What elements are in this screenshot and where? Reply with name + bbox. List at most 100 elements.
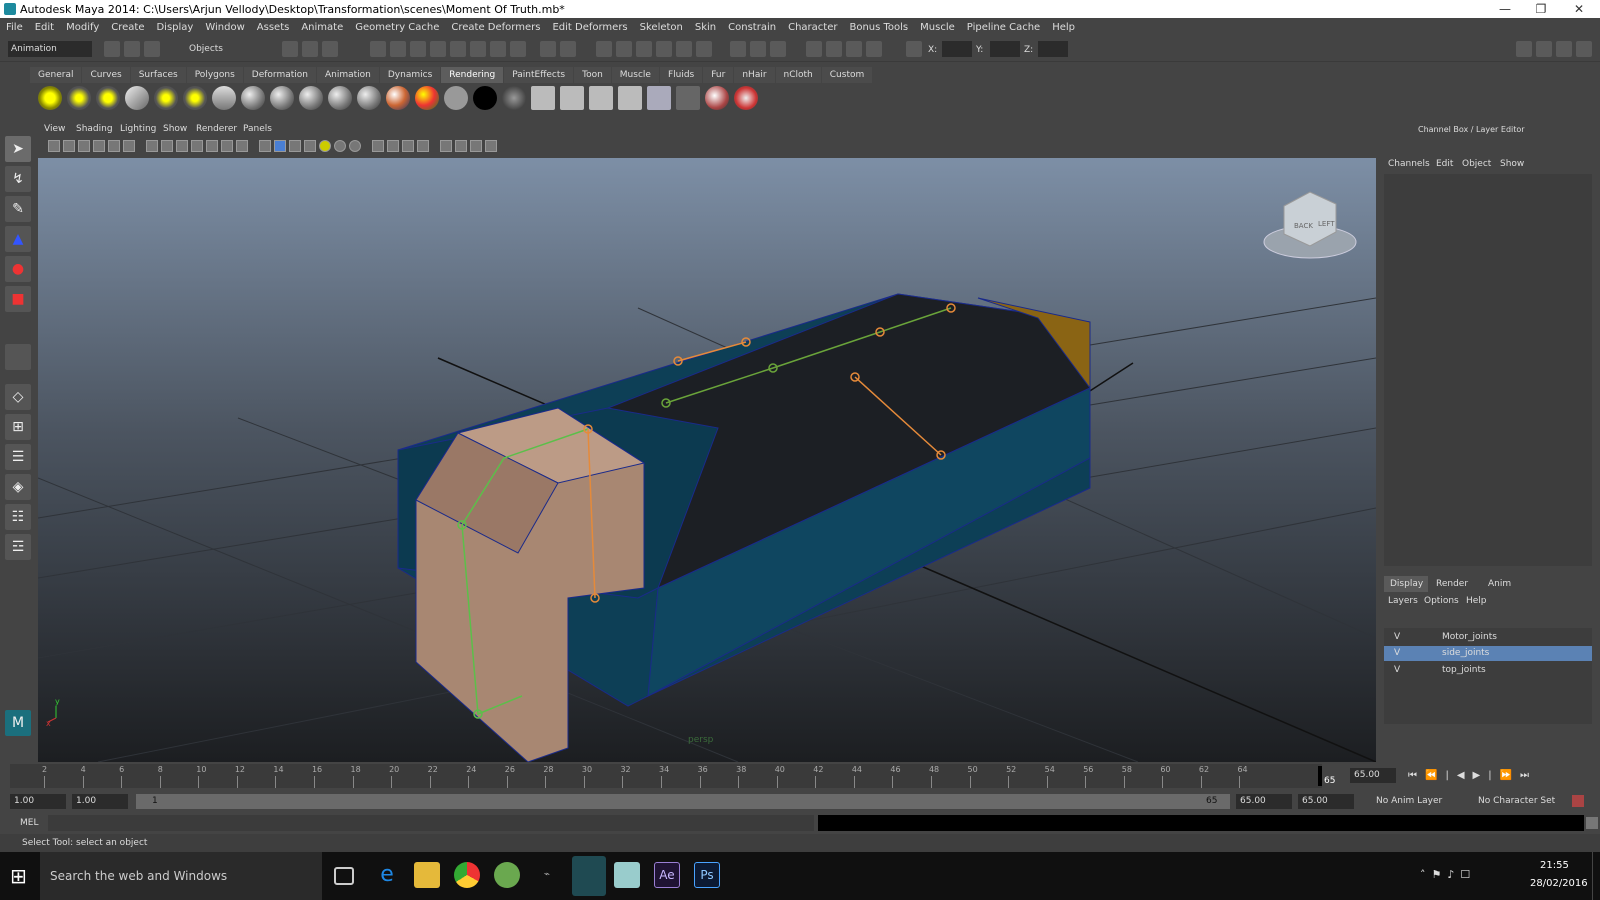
xray-joints-icon[interactable] [274, 140, 286, 152]
app-icon[interactable]: ⌁ [534, 862, 560, 888]
anisotropic-icon[interactable] [357, 86, 381, 110]
menuset-dropdown[interactable]: Animation [8, 41, 92, 57]
sphere-shading-alt-icon[interactable] [349, 140, 361, 152]
chrome-icon[interactable] [454, 862, 480, 888]
channel-menu-channels[interactable]: Channels [1388, 159, 1430, 169]
y-field[interactable] [990, 41, 1020, 57]
menu-display[interactable]: Display [150, 22, 199, 33]
shelf-tab-rendering[interactable]: Rendering [441, 67, 504, 83]
layer-editor-toggle-icon[interactable] [846, 41, 862, 57]
use-all-lights-icon[interactable] [206, 140, 218, 152]
snap-grid-icon[interactable] [370, 41, 386, 57]
menu-animate[interactable]: Animate [295, 22, 349, 33]
ambient-light-icon[interactable] [38, 86, 62, 110]
use-background-icon[interactable] [473, 86, 497, 110]
shelf-tab-painteffects[interactable]: PaintEffects [504, 67, 574, 83]
material-icon[interactable] [676, 41, 692, 57]
new-scene-icon[interactable] [104, 41, 120, 57]
notepad-icon[interactable] [614, 862, 640, 888]
four-view-layout-icon[interactable]: ⊞ [5, 414, 31, 440]
minimize-button[interactable]: — [1488, 0, 1522, 18]
panel-menu-lighting[interactable]: Lighting [120, 124, 156, 134]
shelf-tab-fur[interactable]: Fur [703, 67, 734, 83]
snap-point-icon[interactable] [410, 41, 426, 57]
image-plane-icon[interactable] [78, 140, 90, 152]
menu-edit[interactable]: Edit [29, 22, 60, 33]
mental-ray-icon[interactable] [705, 86, 729, 110]
panel-menu-shading[interactable]: Shading [76, 124, 113, 134]
close-button[interactable]: ✕ [1562, 0, 1596, 18]
camera-icon[interactable] [212, 86, 236, 110]
frame-all-icon[interactable] [455, 140, 467, 152]
anti-aliasing-icon[interactable] [417, 140, 429, 152]
ipr-icon[interactable] [560, 86, 584, 110]
graph-editor-layout-icon[interactable]: ◈ [5, 474, 31, 500]
playback-start-field[interactable]: 1.00 [72, 794, 128, 809]
xray-icon[interactable] [236, 140, 248, 152]
menu-help[interactable]: Help [1046, 22, 1081, 33]
menu-skin[interactable]: Skin [689, 22, 722, 33]
modeling-toolkit-icon[interactable] [866, 41, 882, 57]
film-gate-icon[interactable] [108, 140, 120, 152]
utorrent-icon[interactable] [494, 862, 520, 888]
move-tool-icon[interactable]: ▲ [5, 226, 31, 252]
select-camera-icon[interactable] [440, 140, 452, 152]
select-object-icon[interactable] [302, 41, 318, 57]
menu-edit-deformers[interactable]: Edit Deformers [546, 22, 633, 33]
directional-light-icon[interactable] [67, 86, 91, 110]
smooth-shade-icon[interactable] [161, 140, 173, 152]
shelf-tab-muscle[interactable]: Muscle [611, 67, 659, 83]
area-light-icon[interactable] [154, 86, 178, 110]
volume-light-icon[interactable] [183, 86, 207, 110]
current-frame-marker[interactable] [1318, 766, 1322, 786]
menu-geometry-cache[interactable]: Geometry Cache [349, 22, 445, 33]
panel-menu-show[interactable]: Show [163, 124, 187, 134]
construction-history-icon[interactable] [470, 41, 486, 57]
hypershade-shelf-icon[interactable] [647, 86, 671, 110]
toggle-panel-icon[interactable] [730, 41, 746, 57]
restore-button[interactable]: ❐ [1524, 0, 1558, 18]
menu-modify[interactable]: Modify [60, 22, 105, 33]
shelf-tab-dynamics[interactable]: Dynamics [379, 67, 441, 83]
save-scene-icon[interactable] [144, 41, 160, 57]
shelf-tab-animation[interactable]: Animation [316, 67, 379, 83]
snap-plane-icon[interactable] [430, 41, 446, 57]
menu-character[interactable]: Character [782, 22, 843, 33]
layer-menu-layers[interactable]: Layers [1388, 596, 1418, 606]
rotate-tool-icon[interactable]: ● [5, 256, 31, 282]
panel-menu-panels[interactable]: Panels [243, 124, 272, 134]
shelf-tab-deformation[interactable]: Deformation [243, 67, 316, 83]
layer-visibility-toggle[interactable]: V [1394, 648, 1400, 658]
shelf-tab-surfaces[interactable]: Surfaces [130, 67, 186, 83]
render-view-icon[interactable] [616, 41, 632, 57]
isolate-select-icon[interactable] [259, 140, 271, 152]
menu-pipeline-cache[interactable]: Pipeline Cache [961, 22, 1046, 33]
single-perspective-layout-icon[interactable]: ◇ [5, 384, 31, 410]
hypershade-icon[interactable] [596, 41, 612, 57]
open-scene-icon[interactable] [124, 41, 140, 57]
mel-input[interactable] [48, 815, 814, 831]
tool-settings-icon[interactable] [806, 41, 822, 57]
time-slider[interactable]: 2 4 6 8 10 12 14 16 18 20 22 24 26 28 30 32 34 36 38 40 42 44… [0, 762, 1600, 790]
backface-culling-icon[interactable] [289, 140, 301, 152]
panel-menu-view[interactable]: View [44, 124, 65, 134]
channel-menu-object[interactable]: Object [1462, 159, 1491, 169]
edge-browser-icon[interactable]: e [374, 862, 400, 888]
script-editor-icon[interactable] [1586, 817, 1598, 829]
menu-muscle[interactable]: Muscle [914, 22, 961, 33]
playback-end-field[interactable]: 65.00 [1236, 794, 1292, 809]
paint-render-icon[interactable] [734, 86, 758, 110]
channel-list[interactable] [1384, 174, 1592, 566]
anim-layer-dropdown[interactable]: No Anim Layer [1376, 796, 1442, 806]
layered-shader-icon[interactable] [415, 86, 439, 110]
batch-render-icon[interactable] [618, 86, 642, 110]
lock-icon[interactable] [540, 41, 556, 57]
channel-menu-edit[interactable]: Edit [1436, 159, 1453, 169]
outliner-layout-icon[interactable]: ☰ [5, 444, 31, 470]
bookmark-icon[interactable] [63, 140, 75, 152]
end-time-field[interactable]: 65.00 [1298, 794, 1354, 809]
phong-icon[interactable] [299, 86, 323, 110]
file-explorer-icon[interactable] [414, 862, 440, 888]
shelf-tab-fluids[interactable]: Fluids [659, 67, 703, 83]
shelf-tab-custom[interactable]: Custom [821, 67, 873, 83]
